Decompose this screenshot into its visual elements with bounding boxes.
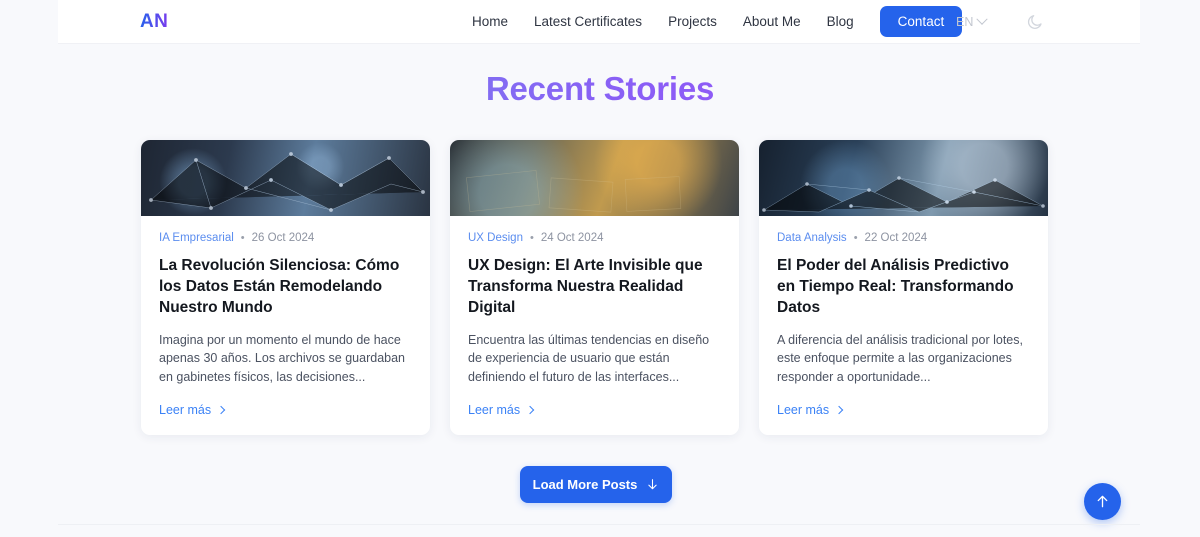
chevron-right-icon	[525, 405, 535, 415]
post-card[interactable]: Data Analysis • 22 Oct 2024 El Poder del…	[759, 140, 1048, 435]
post-category[interactable]: IA Empresarial	[159, 232, 234, 244]
network-overlay-icon	[149, 152, 425, 212]
site-header: AN Home Latest Certificates Projects Abo…	[58, 0, 1140, 44]
post-category[interactable]: UX Design	[468, 232, 523, 244]
post-card-image	[759, 140, 1048, 216]
post-card-body: Data Analysis • 22 Oct 2024 El Poder del…	[759, 216, 1048, 435]
load-more-label: Load More Posts	[532, 477, 638, 492]
post-date: 22 Oct 2024	[864, 232, 928, 244]
load-more-posts-button[interactable]: Load More Posts	[520, 466, 672, 503]
language-selector[interactable]: EN	[956, 13, 989, 29]
network-overlay-icon	[762, 176, 1045, 213]
post-excerpt: Encuentra las últimas tendencias en dise…	[468, 332, 710, 385]
nav-item-about-me[interactable]: About Me	[743, 14, 801, 29]
nav-item-projects[interactable]: Projects	[668, 14, 717, 29]
post-card-meta: Data Analysis • 22 Oct 2024	[777, 232, 1030, 244]
arrow-up-icon	[1097, 495, 1108, 508]
scroll-to-top-button[interactable]	[1084, 483, 1121, 520]
post-card[interactable]: IA Empresarial • 26 Oct 2024 La Revoluci…	[141, 140, 430, 435]
post-title[interactable]: UX Design: El Arte Invisible que Transfo…	[468, 255, 721, 319]
read-more-label: Leer más	[468, 402, 521, 417]
post-card-body: UX Design • 24 Oct 2024 UX Design: El Ar…	[450, 216, 739, 435]
read-more-label: Leer más	[777, 402, 830, 417]
read-more-label: Leer más	[159, 402, 212, 417]
chevron-right-icon	[216, 405, 226, 415]
post-date: 26 Oct 2024	[251, 232, 315, 244]
read-more-link[interactable]: Leer más	[159, 403, 412, 417]
read-more-link[interactable]: Leer más	[777, 403, 1030, 417]
chevron-down-icon	[976, 13, 989, 25]
page-title: Recent Stories	[0, 70, 1200, 108]
post-card-image	[141, 140, 430, 216]
meta-separator: •	[529, 232, 534, 244]
meta-separator: •	[240, 232, 245, 244]
post-excerpt: Imagina por un momento el mundo de hace …	[159, 332, 406, 385]
meta-separator: •	[853, 232, 858, 244]
post-excerpt: A diferencia del análisis tradicional po…	[777, 332, 1023, 385]
nav-item-latest-certificates[interactable]: Latest Certificates	[534, 14, 642, 29]
post-card-meta: IA Empresarial • 26 Oct 2024	[159, 232, 412, 244]
post-date: 24 Oct 2024	[540, 232, 604, 244]
contact-button[interactable]: Contact	[879, 6, 963, 37]
nav-item-blog[interactable]: Blog	[827, 14, 854, 29]
post-card-image	[450, 140, 739, 216]
nav-item-home[interactable]: Home	[472, 14, 508, 29]
site-logo[interactable]: AN	[140, 11, 168, 33]
post-card-meta: UX Design • 24 Oct 2024	[468, 232, 721, 244]
posts-grid: IA Empresarial • 26 Oct 2024 La Revoluci…	[141, 140, 1050, 435]
post-title[interactable]: El Poder del Análisis Predictivo en Tiem…	[777, 255, 1030, 319]
bottom-divider	[58, 524, 1140, 525]
language-selector-label: EN	[956, 14, 974, 29]
moon-icon	[1027, 14, 1042, 29]
main-navigation: Home Latest Certificates Projects About …	[472, 6, 963, 37]
arrow-down-icon	[648, 479, 658, 490]
post-category[interactable]: Data Analysis	[777, 232, 847, 244]
post-title[interactable]: La Revolución Silenciosa: Cómo los Datos…	[159, 255, 412, 319]
read-more-link[interactable]: Leer más	[468, 403, 721, 417]
chevron-right-icon	[834, 405, 844, 415]
post-card-body: IA Empresarial • 26 Oct 2024 La Revoluci…	[141, 216, 430, 435]
desk-overlay-icon	[466, 170, 682, 213]
dark-mode-toggle[interactable]	[1026, 13, 1044, 31]
post-card[interactable]: UX Design • 24 Oct 2024 UX Design: El Ar…	[450, 140, 739, 435]
